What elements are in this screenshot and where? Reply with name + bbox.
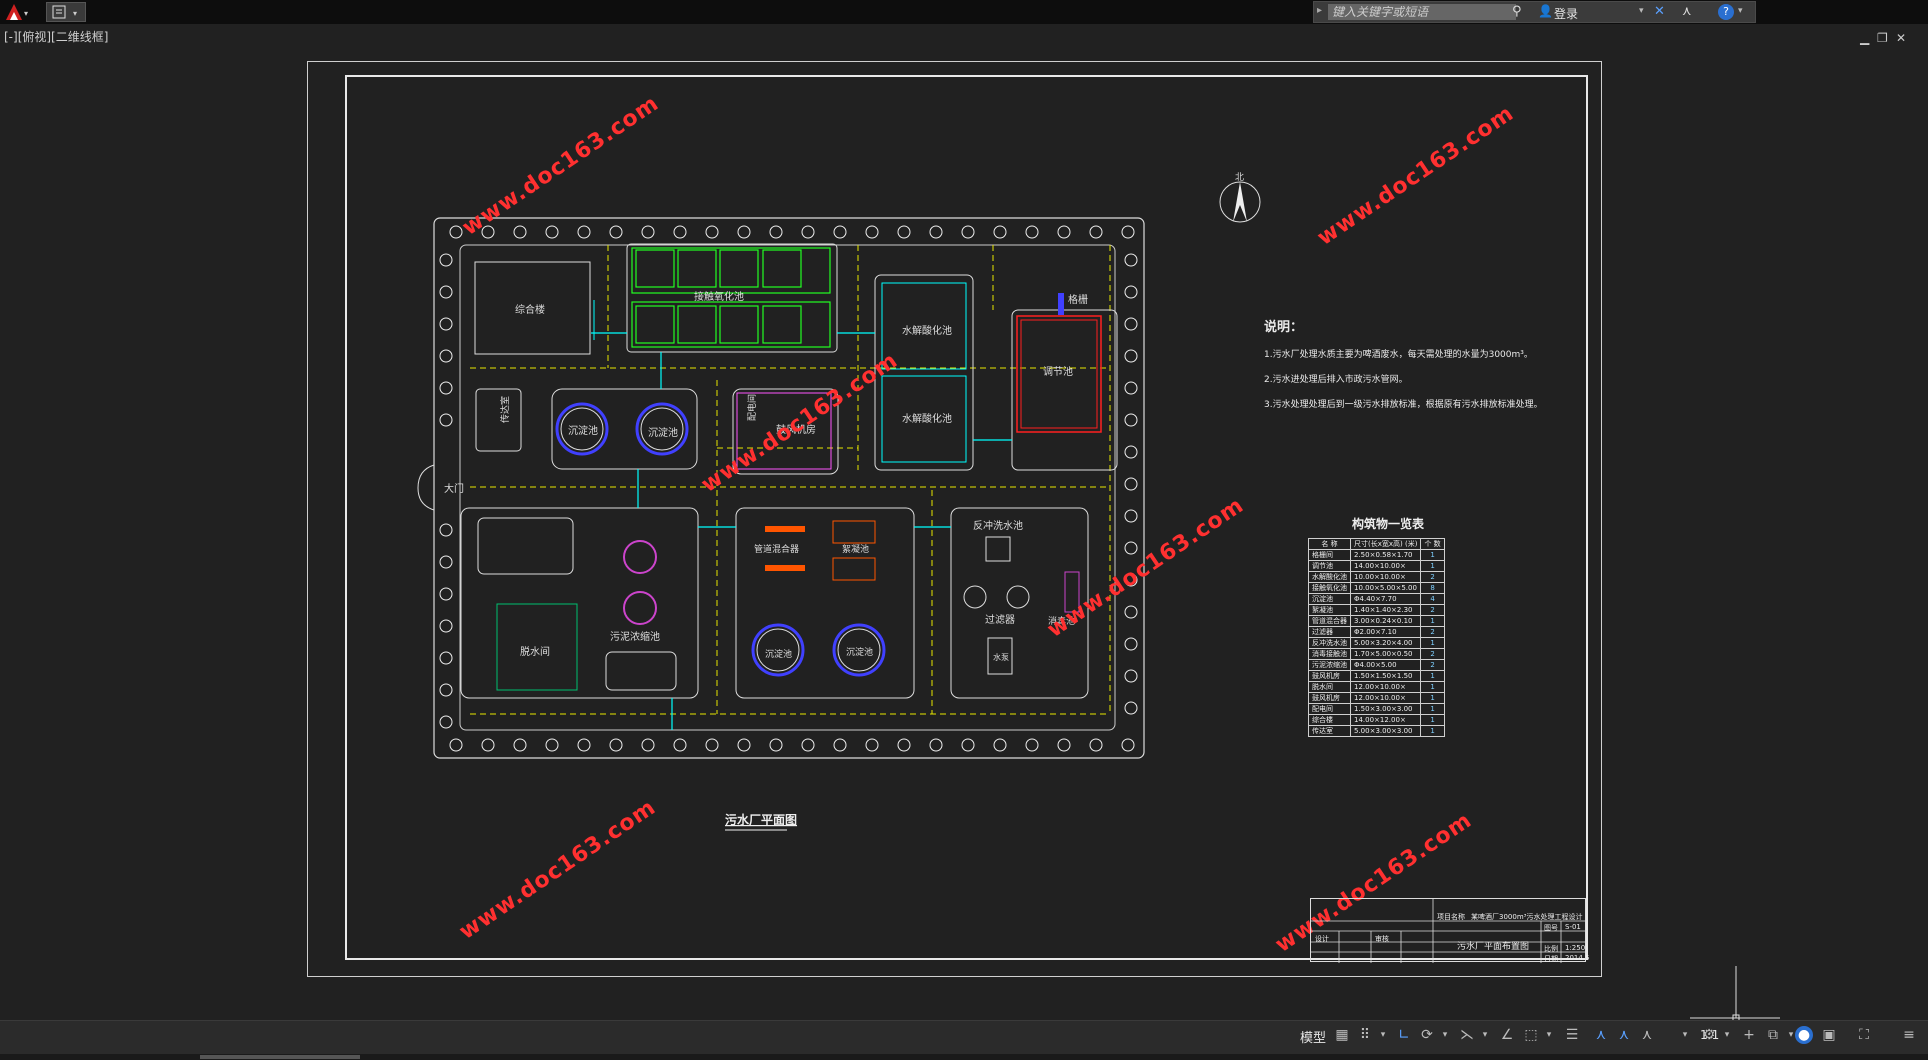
- table-row: 反冲洗水池 5.00×3.20×4.00 1: [1308, 637, 1445, 649]
- note-line: 1.污水厂处理水质主要为啤酒废水，每天需处理的水量为3000m³。: [1264, 350, 1533, 360]
- customization-menu-icon[interactable]: ≡: [1900, 1026, 1918, 1044]
- annotation-visibility-icon[interactable]: ⋏: [1592, 1026, 1610, 1044]
- isodraft-icon[interactable]: ⋋: [1458, 1026, 1476, 1044]
- object-snap-dropdown-icon[interactable]: ▾: [1540, 1026, 1558, 1044]
- building-chuanda-label: 传达室: [499, 396, 511, 423]
- object-snap-tracking-icon[interactable]: ∠: [1498, 1026, 1516, 1044]
- annotation-scale-icon[interactable]: ⋏: [1638, 1026, 1656, 1044]
- titleblock-scale-label: 比例: [1544, 945, 1558, 953]
- structure-table: 名 称 尺寸(长x宽x高) (米) 个 数 格栅间 2.50×0.58×1.70 1…: [1308, 538, 1445, 737]
- snap-icon[interactable]: ⠿: [1356, 1026, 1374, 1044]
- titleblock-no-label: 图号: [1544, 924, 1558, 932]
- table-row: 接触氧化池 10.00×5.00×5.00 8: [1308, 582, 1445, 594]
- scrollbar-thumb[interactable]: [200, 1055, 360, 1059]
- drawing-title: 污水厂平面图: [725, 812, 797, 827]
- building-chendian1-label: 沉淀池: [568, 424, 598, 437]
- building-chendian3-label: 沉淀池: [765, 648, 792, 660]
- building-guolv-label: 过滤器: [985, 613, 1015, 626]
- gate-label: 大门: [444, 482, 464, 495]
- titleblock-project-value: 某啤酒厂3000m³污水处理工程设计: [1471, 913, 1583, 921]
- building-peidian-label: 配电间: [746, 394, 758, 421]
- horizontal-scrollbar[interactable]: [0, 1054, 1928, 1060]
- polar-dropdown-icon[interactable]: ▾: [1436, 1026, 1454, 1044]
- note-line: 3.污水处理处理后到一级污水排放标准，根据原有污水排放标准处理。: [1264, 400, 1543, 410]
- notes-heading: 说明：: [1264, 320, 1304, 335]
- workspace-dropdown-icon[interactable]: ▾: [1718, 1026, 1736, 1044]
- table-row: 鼓风机房 1.50×1.50×1.50 1: [1308, 670, 1445, 682]
- titleblock-drawing-name: 污水厂平面布置图: [1457, 942, 1530, 952]
- table-row: 絮凝池 1.40×1.40×2.30 2: [1308, 604, 1445, 616]
- table-row: 格栅间 2.50×0.58×1.70 1: [1308, 549, 1445, 561]
- design-notes: 说明： 1.污水厂处理水质主要为啤酒废水，每天需处理的水量为3000m³。 2.…: [1264, 316, 1543, 422]
- table-row: 消毒接触池 1.70×5.00×0.50 2: [1308, 648, 1445, 660]
- table-row: 鼓风机房 12.00×10.00× 1: [1308, 692, 1445, 704]
- title-block: 项目名称 某啤酒厂3000m³污水处理工程设计 设计 审核 污水厂平面布置图 图…: [1310, 898, 1590, 963]
- titleblock-designer: 设计: [1315, 935, 1329, 943]
- building-geshan-label: 格栅: [1068, 293, 1088, 306]
- titleblock-no: S-01: [1565, 923, 1581, 931]
- table-header: 个 数: [1420, 538, 1445, 550]
- table-row: 脱水间 12.00×10.00× 1: [1308, 681, 1445, 693]
- building-tuoshui-label: 脱水间: [520, 645, 550, 658]
- building-shuijie2-label: 水解酸化池: [902, 412, 952, 425]
- building-zonghe-label: 综合楼: [515, 303, 545, 316]
- table-row: 管道混合器 3.00×0.24×0.10 1: [1308, 615, 1445, 627]
- building-chendian2-label: 沉淀池: [648, 426, 678, 439]
- building-fanchong-label: 反冲洗水池: [973, 519, 1023, 532]
- building-jiechu-label: 接触氧化池: [694, 290, 744, 303]
- workspace-gear-icon[interactable]: ⚙: [1700, 1026, 1718, 1044]
- site-plan[interactable]: 大门 综合楼 接触氧化池 水解酸化池 水解酸化池 调节池 格栅 传达室 沉淀池 …: [0, 0, 1928, 1060]
- grid-icon[interactable]: ▦: [1333, 1026, 1351, 1044]
- table-header: 尺寸(长x宽x高) (米): [1349, 538, 1422, 550]
- table-row: 综合楼 14.00×12.00× 1: [1308, 714, 1445, 726]
- auto-scale-icon[interactable]: ⋏: [1615, 1026, 1633, 1044]
- building-chendian4-label: 沉淀池: [846, 646, 873, 658]
- table-header: 名 称: [1308, 538, 1351, 550]
- ortho-icon[interactable]: ∟: [1395, 1026, 1413, 1044]
- building-wuni-label: 污泥浓缩池: [610, 630, 660, 643]
- building-jianing-label: 絮凝池: [842, 543, 869, 555]
- titleblock-date-label: 日期: [1544, 955, 1558, 963]
- gate: [417, 464, 435, 511]
- clean-screen-icon[interactable]: ⛶: [1855, 1026, 1873, 1044]
- isodraft-dropdown-icon[interactable]: ▾: [1476, 1026, 1494, 1044]
- isolate-objects-icon[interactable]: ●: [1795, 1026, 1813, 1044]
- snap-dropdown-icon[interactable]: ▾: [1374, 1026, 1392, 1044]
- note-line: 2.污水进处理后排入市政污水管网。: [1264, 375, 1408, 385]
- units-icon[interactable]: ⧉: [1764, 1026, 1782, 1044]
- table-row: 水解酸化池 10.00×10.00× 2: [1308, 571, 1445, 583]
- building-shuibeng-label: 水泵: [993, 652, 1009, 662]
- titleblock-project-label: 项目名称: [1437, 913, 1465, 921]
- titleblock-scale: 1:250: [1565, 944, 1586, 952]
- lineweight-icon[interactable]: ☰: [1563, 1026, 1581, 1044]
- table-row: 调节池 14.00×10.00× 1: [1308, 560, 1445, 572]
- north-label: 北: [1235, 172, 1244, 183]
- titleblock-checker: 审核: [1375, 935, 1389, 943]
- polar-icon[interactable]: ⟳: [1418, 1026, 1436, 1044]
- table-row: 传达室 5.00×3.00×3.00 1: [1308, 725, 1445, 737]
- table-row: 污泥浓缩池 Φ4.00×5.00 2: [1308, 659, 1445, 671]
- scale-dropdown-icon[interactable]: ▾: [1676, 1026, 1694, 1044]
- annotation-monitor-icon[interactable]: +: [1740, 1026, 1758, 1044]
- north-arrow: [1219, 181, 1261, 223]
- titleblock-date: 2014.5: [1565, 954, 1590, 962]
- model-tab[interactable]: 模型: [1300, 1027, 1326, 1046]
- table-row: 配电间 1.50×3.00×3.00 1: [1308, 703, 1445, 715]
- building-shuijie1-label: 水解酸化池: [902, 324, 952, 337]
- table-row: 沉淀池 Φ4.40×7.70 4: [1308, 593, 1445, 605]
- building-tiaojie-label: 调节池: [1043, 365, 1073, 378]
- hardware-acceleration-icon[interactable]: ▣: [1820, 1026, 1838, 1044]
- building-guandao-label: 管道混合器: [754, 543, 799, 555]
- object-snap-icon[interactable]: ⬚: [1522, 1026, 1540, 1044]
- table-row: 过滤器 Φ2.00×7.10 2: [1308, 626, 1445, 638]
- structure-table-title: 构筑物一览表: [1352, 517, 1425, 531]
